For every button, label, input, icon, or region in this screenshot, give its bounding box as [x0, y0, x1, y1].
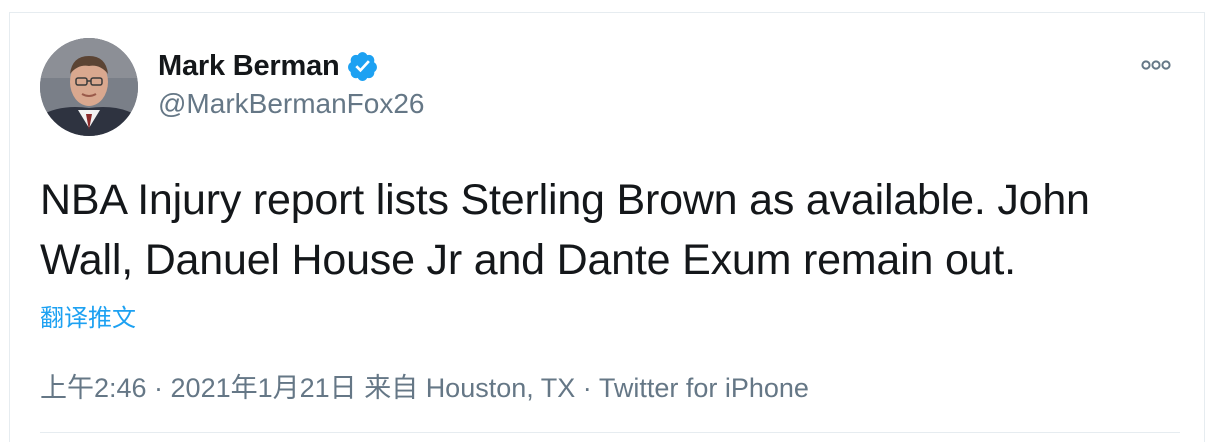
tweet-timestamp[interactable]: 上午2:46 · 2021年1月21日	[40, 373, 357, 403]
author-name[interactable]: Mark Berman	[158, 50, 340, 83]
meta-separator: ·	[582, 373, 592, 403]
author-handle[interactable]: @MarkBermanFox26	[158, 88, 425, 120]
card-border-left	[9, 12, 10, 442]
tweet-source[interactable]: Twitter for iPhone	[599, 373, 809, 403]
more-options-icon[interactable]	[1138, 56, 1174, 74]
avatar[interactable]	[40, 38, 138, 136]
divider	[40, 432, 1180, 433]
card-border-top	[9, 12, 1205, 13]
author-name-row[interactable]: Mark Berman	[158, 50, 379, 83]
verified-badge-icon	[346, 50, 379, 83]
avatar-image	[40, 38, 138, 136]
card-border-right	[1204, 12, 1205, 442]
tweet-meta: 上午2:46 · 2021年1月21日 来自 Houston, TX · Twi…	[40, 366, 809, 405]
tweet-location: 来自 Houston, TX	[364, 373, 576, 403]
translate-tweet-link[interactable]: 翻译推文	[40, 298, 136, 333]
tweet-text: NBA Injury report lists Sterling Brown a…	[40, 176, 1090, 284]
tweet-card: Mark Berman @MarkBermanFox26 NBA Injury …	[0, 0, 1220, 442]
